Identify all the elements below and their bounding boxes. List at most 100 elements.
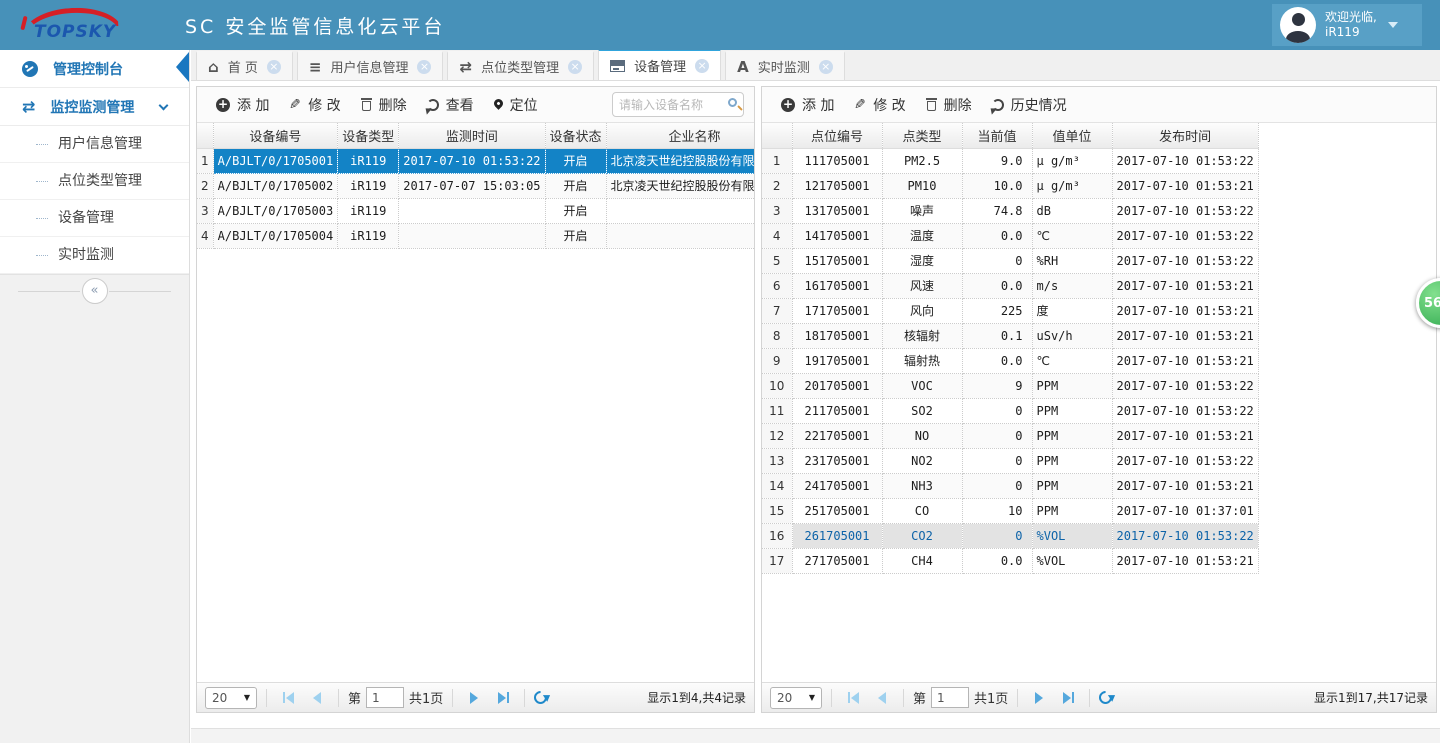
sidebar-item-console[interactable]: 管理控制台 <box>0 50 189 88</box>
column-header[interactable]: 点类型 <box>882 123 962 148</box>
page-number-input[interactable] <box>366 687 404 708</box>
table-row[interactable]: 3A/BJLT/0/1705003iR119开启 <box>197 198 754 223</box>
history-button[interactable]: 历史情况 <box>983 91 1076 119</box>
column-header[interactable]: 企业名称 <box>606 123 754 148</box>
close-icon[interactable]: × <box>568 60 582 74</box>
first-page-button[interactable] <box>841 687 865 709</box>
table-row[interactable]: 15251705001CO10PPM2017-07-10 01:37:01 <box>762 498 1258 523</box>
row-number: 15 <box>762 498 792 523</box>
table-row[interactable]: 6161705001风速0.0m/s2017-07-10 01:53:21 <box>762 273 1258 298</box>
cell: iR119 <box>338 148 399 173</box>
view-button[interactable]: 查看 <box>418 91 483 119</box>
delete-button[interactable]: 删除 <box>917 91 981 119</box>
last-page-button[interactable] <box>1056 687 1080 709</box>
cell: 2017-07-10 01:53:22 <box>399 148 545 173</box>
next-page-button[interactable] <box>462 687 486 709</box>
sidebar-item-point-type[interactable]: 点位类型管理 <box>0 163 189 200</box>
close-icon[interactable]: × <box>267 60 281 74</box>
delete-button[interactable]: 删除 <box>352 91 416 119</box>
first-page-button[interactable] <box>276 687 300 709</box>
cell: dB <box>1032 198 1112 223</box>
table-row[interactable]: 11211705001SO20PPM2017-07-10 01:53:22 <box>762 398 1258 423</box>
topsky-logo: TOPSKY <box>16 4 146 46</box>
prev-page-button[interactable] <box>870 687 894 709</box>
search-input[interactable] <box>613 98 717 112</box>
cell <box>399 198 545 223</box>
cell: 2017-07-10 01:53:22 <box>1112 148 1258 173</box>
table-row[interactable]: 5151705001湿度0%RH2017-07-10 01:53:22 <box>762 248 1258 273</box>
column-header[interactable]: 设备编号 <box>213 123 338 148</box>
cell: 161705001 <box>792 273 882 298</box>
locate-button[interactable]: 定位 <box>485 91 547 119</box>
table-row[interactable]: 4141705001温度0.0℃2017-07-10 01:53:22 <box>762 223 1258 248</box>
refresh-button[interactable] <box>1097 688 1115 706</box>
record-summary: 显示1到17,共17记录 <box>1314 689 1428 706</box>
add-icon <box>781 98 795 112</box>
collapse-sidebar-button[interactable]: « <box>82 278 108 304</box>
column-header[interactable]: 点位编号 <box>792 123 882 148</box>
table-row[interactable]: 17271705001CH40.0%VOL2017-07-10 01:53:21 <box>762 548 1258 573</box>
cell: CO2 <box>882 523 962 548</box>
add-button[interactable]: 添 加 <box>772 91 843 119</box>
sidebar-item-user-info[interactable]: 用户信息管理 <box>0 126 189 163</box>
table-row[interactable]: 12221705001NO0PPM2017-07-10 01:53:21 <box>762 423 1258 448</box>
user-menu[interactable]: 欢迎光临, iR119 <box>1272 4 1422 46</box>
table-row[interactable]: 1111705001PM2.59.0μ g/m³2017-07-10 01:53… <box>762 148 1258 173</box>
column-header[interactable]: 当前值 <box>962 123 1032 148</box>
point-pager: 20 ▼ 第 共1页 显示1到17,共17记录 <box>762 682 1436 712</box>
table-row[interactable]: 9191705001辐射热0.0℃2017-07-10 01:53:21 <box>762 348 1258 373</box>
next-page-button[interactable] <box>1027 687 1051 709</box>
column-header[interactable]: 设备状态 <box>545 123 606 148</box>
cell: PM2.5 <box>882 148 962 173</box>
page-number-input[interactable] <box>931 687 969 708</box>
cell: 开启 <box>545 148 606 173</box>
refresh-button[interactable] <box>532 688 550 706</box>
close-icon[interactable]: × <box>417 60 431 74</box>
table-row[interactable]: 3131705001噪声74.8dB2017-07-10 01:53:22 <box>762 198 1258 223</box>
table-row[interactable]: 14241705001NH30PPM2017-07-10 01:53:21 <box>762 473 1258 498</box>
point-panel: 添 加 ✎ 修 改 删除 历史情况 <box>761 86 1437 713</box>
expand-handle-icon[interactable] <box>176 52 189 82</box>
table-row[interactable]: 7171705001风向225度2017-07-10 01:53:21 <box>762 298 1258 323</box>
table-row[interactable]: 1A/BJLT/0/1705001iR1192017-07-10 01:53:2… <box>197 148 754 173</box>
tab-user-info[interactable]: ≡ 用户信息管理 × <box>297 51 444 80</box>
table-row[interactable]: 16261705001CO20%VOL2017-07-10 01:53:22 <box>762 523 1258 548</box>
page-size-select[interactable]: 20 ▼ <box>770 687 822 709</box>
edit-button[interactable]: ✎ 修 改 <box>845 91 914 119</box>
search-icon[interactable] <box>728 98 737 107</box>
column-header[interactable]: 值单位 <box>1032 123 1112 148</box>
table-row[interactable]: 13231705001NO20PPM2017-07-10 01:53:22 <box>762 448 1258 473</box>
close-icon[interactable]: × <box>819 60 833 74</box>
table-row[interactable]: 2A/BJLT/0/1705002iR1192017-07-07 15:03:0… <box>197 173 754 198</box>
close-icon[interactable]: × <box>695 59 709 73</box>
add-button[interactable]: 添 加 <box>207 91 278 119</box>
prev-page-button[interactable] <box>305 687 329 709</box>
tab-realtime[interactable]: A 实时监测 × <box>725 51 845 80</box>
column-header[interactable]: 发布时间 <box>1112 123 1258 148</box>
page-size-select[interactable]: 20 ▼ <box>205 687 257 709</box>
tab-device-management[interactable]: 设备管理 × <box>598 49 721 80</box>
sidebar-item-monitor-group[interactable]: ⇄ 监控监测管理 <box>0 88 189 126</box>
cell: 2017-07-10 01:53:22 <box>1112 523 1258 548</box>
row-number: 16 <box>762 523 792 548</box>
sidebar-item-device[interactable]: 设备管理 <box>0 200 189 237</box>
row-number: 3 <box>762 198 792 223</box>
table-row[interactable]: 2121705001PM1010.0μ g/m³2017-07-10 01:53… <box>762 173 1258 198</box>
last-page-button[interactable] <box>491 687 515 709</box>
cell: 74.8 <box>962 198 1032 223</box>
table-row[interactable]: 10201705001VOC9PPM2017-07-10 01:53:22 <box>762 373 1258 398</box>
content-area: 添 加 ✎ 修 改 删除 查看 定位 <box>191 81 1440 743</box>
app-header: TOPSKY SC 安全监管信息化云平台 欢迎光临, iR119 <box>0 0 1440 50</box>
column-header[interactable]: 设备类型 <box>338 123 399 148</box>
row-number: 7 <box>762 298 792 323</box>
tab-point-type[interactable]: ⇄ 点位类型管理 × <box>447 51 594 80</box>
table-row[interactable]: 4A/BJLT/0/1705004iR119开启 <box>197 223 754 248</box>
badge-label: 56 <box>1424 296 1440 311</box>
cell: 0 <box>962 248 1032 273</box>
edit-button[interactable]: ✎ 修 改 <box>280 91 349 119</box>
tab-home[interactable]: ⌂ 首 页 × <box>196 51 293 80</box>
sidebar-item-realtime[interactable]: 实时监测 <box>0 237 189 274</box>
cell: %VOL <box>1032 548 1112 573</box>
table-row[interactable]: 8181705001核辐射0.1uSv/h2017-07-10 01:53:21 <box>762 323 1258 348</box>
column-header[interactable]: 监测时间 <box>399 123 545 148</box>
